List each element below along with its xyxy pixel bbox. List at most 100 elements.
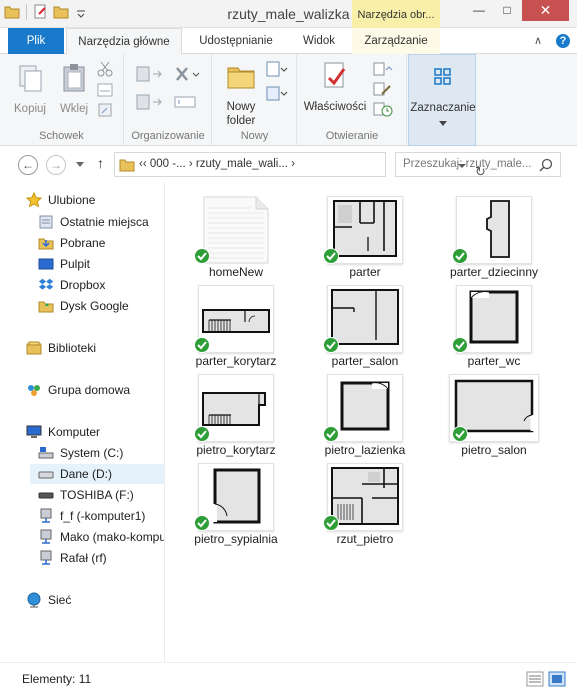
floor-plan-image bbox=[469, 290, 519, 344]
file-name: parter bbox=[349, 265, 381, 279]
tab-file[interactable]: Plik bbox=[8, 28, 64, 54]
file-tile[interactable]: pietro_salon bbox=[439, 372, 549, 462]
file-tile[interactable]: parter_dziecinny bbox=[439, 194, 549, 284]
search-icon[interactable] bbox=[539, 158, 553, 172]
nav-item-favorites[interactable]: Ulubione bbox=[26, 190, 95, 210]
history-icon[interactable] bbox=[372, 100, 394, 118]
nav-label: Ulubione bbox=[48, 193, 96, 207]
floor-plan-image bbox=[340, 381, 390, 431]
floor-plan-image bbox=[331, 467, 399, 525]
file-tile[interactable]: rzut_pietro bbox=[310, 461, 420, 551]
nav-item-libraries[interactable]: Biblioteki bbox=[26, 338, 96, 358]
nav-item-net-f[interactable]: f_f (-komputer1) bbox=[38, 506, 145, 526]
new-folder-label-1: Nowy bbox=[226, 101, 256, 113]
network-drive-icon bbox=[40, 508, 52, 523]
nav-item-recent[interactable]: Ostatnie miejsca bbox=[38, 212, 149, 232]
nav-item-net-mako[interactable]: Mako (mako-kompu bbox=[38, 527, 165, 547]
usb-drive-icon bbox=[38, 492, 54, 499]
sync-ok-icon bbox=[452, 337, 468, 353]
nav-item-drive-c[interactable]: System (C:) bbox=[38, 443, 123, 463]
nav-item-desktop[interactable]: Pulpit bbox=[38, 254, 90, 274]
paste-shortcut-icon[interactable] bbox=[96, 102, 114, 118]
file-name: parter_salon bbox=[331, 354, 399, 368]
nav-label: Pulpit bbox=[60, 257, 91, 271]
nav-item-drive-f[interactable]: TOSHIBA (F:) bbox=[38, 485, 134, 505]
folder-icon[interactable] bbox=[4, 4, 20, 20]
back-button[interactable]: ← bbox=[18, 155, 38, 175]
file-tile[interactable]: pietro_korytarz bbox=[181, 372, 291, 462]
floor-plan-image bbox=[213, 468, 261, 524]
nav-label: Mako (mako-kompu bbox=[60, 530, 165, 544]
tab-share[interactable]: Udostępnianie bbox=[186, 28, 286, 54]
nav-item-downloads[interactable]: Pobrane bbox=[38, 233, 105, 253]
help-button[interactable]: ? bbox=[556, 34, 570, 48]
easy-access-icon[interactable] bbox=[265, 84, 289, 104]
recent-locations-icon[interactable] bbox=[76, 162, 84, 167]
nav-item-google-drive[interactable]: Dysk Google bbox=[38, 296, 129, 316]
copy-to-icon[interactable] bbox=[135, 92, 165, 112]
file-tile[interactable]: parter_korytarz bbox=[181, 283, 291, 373]
file-name: pietro_salon bbox=[461, 443, 527, 457]
nav-label: Biblioteki bbox=[48, 341, 97, 355]
copy-button[interactable]: Kopiuj bbox=[10, 62, 50, 116]
up-button[interactable]: ↑ bbox=[97, 155, 104, 171]
paste-icon bbox=[63, 64, 85, 92]
qat-dropdown-icon[interactable] bbox=[73, 4, 89, 20]
properties-icon[interactable] bbox=[33, 4, 49, 20]
rename-icon[interactable] bbox=[173, 92, 203, 112]
delete-icon[interactable] bbox=[173, 64, 203, 84]
open-icon[interactable] bbox=[372, 60, 394, 78]
copy-path-icon[interactable] bbox=[96, 82, 114, 98]
file-tile[interactable]: parter_salon bbox=[310, 283, 420, 373]
nav-item-network[interactable]: Sieć bbox=[26, 590, 71, 610]
navigation-pane: Ulubione Ostatnie miejsca Pobrane Pulpit… bbox=[0, 182, 165, 662]
star-icon bbox=[26, 192, 42, 208]
sync-ok-icon bbox=[323, 248, 339, 264]
paste-button[interactable]: Wklej bbox=[54, 62, 94, 116]
cut-icon[interactable] bbox=[96, 60, 114, 78]
large-icons-view-icon[interactable] bbox=[548, 671, 566, 687]
nav-item-net-rafal[interactable]: Rafał (rf) bbox=[38, 548, 107, 568]
maximize-button[interactable]: □ bbox=[494, 0, 520, 21]
sync-ok-icon bbox=[323, 426, 339, 442]
move-to-icon[interactable] bbox=[135, 64, 165, 84]
nav-label: Dropbox bbox=[60, 278, 106, 292]
details-view-icon[interactable] bbox=[526, 671, 544, 687]
address-path: ‹‹ 000 -... › rzuty_male_wali... › bbox=[139, 158, 295, 170]
nav-item-computer[interactable]: Komputer bbox=[26, 422, 100, 442]
new-folder-icon[interactable] bbox=[53, 4, 69, 20]
tab-manage[interactable]: Zarządzanie bbox=[352, 28, 440, 54]
nav-item-drive-d[interactable]: Dane (D:) bbox=[30, 464, 164, 484]
nav-item-dropbox[interactable]: Dropbox bbox=[38, 275, 105, 295]
desktop-icon bbox=[38, 258, 54, 270]
ribbon: Kopiuj Wklej Schowek Organizowanie Nowy … bbox=[0, 54, 577, 146]
file-tile[interactable]: homeNew bbox=[181, 194, 291, 284]
select-button[interactable]: Zaznaczanie bbox=[409, 61, 477, 126]
edit-icon[interactable] bbox=[372, 80, 394, 98]
file-tile[interactable]: parter_wc bbox=[439, 283, 549, 373]
downloads-icon bbox=[38, 238, 54, 250]
sync-ok-icon bbox=[323, 337, 339, 353]
network-drive-icon bbox=[40, 550, 52, 565]
sync-ok-icon bbox=[194, 337, 210, 353]
nav-item-homegroup[interactable]: Grupa domowa bbox=[26, 380, 130, 400]
collapse-ribbon-button[interactable]: ∧ bbox=[534, 34, 542, 47]
forward-button[interactable]: → bbox=[46, 155, 66, 175]
nav-label: Sieć bbox=[48, 593, 72, 607]
minimize-button[interactable]: — bbox=[466, 0, 492, 21]
tab-home[interactable]: Narzędzia główne bbox=[66, 28, 182, 55]
close-button[interactable]: ✕ bbox=[522, 0, 569, 21]
properties-button[interactable]: Właściwości bbox=[302, 60, 368, 114]
search-box[interactable]: Przeszukaj: rzuty_male... bbox=[395, 152, 561, 177]
file-tile[interactable]: pietro_sypialnia bbox=[181, 461, 291, 551]
tab-view[interactable]: Widok bbox=[290, 28, 348, 54]
computer-icon bbox=[26, 425, 42, 438]
file-tile[interactable]: pietro_lazienka bbox=[310, 372, 420, 462]
copy-label: Kopiuj bbox=[14, 103, 46, 115]
file-list: homeNew parter parter_dziecinny parter_k… bbox=[166, 182, 577, 662]
network-drive-icon bbox=[40, 529, 52, 544]
address-bar[interactable]: ‹‹ 000 -... › rzuty_male_wali... › ↻ bbox=[114, 152, 486, 179]
file-tile[interactable]: parter bbox=[310, 194, 420, 284]
new-folder-button[interactable]: Nowy folder bbox=[219, 60, 263, 128]
new-item-icon[interactable] bbox=[265, 60, 289, 80]
